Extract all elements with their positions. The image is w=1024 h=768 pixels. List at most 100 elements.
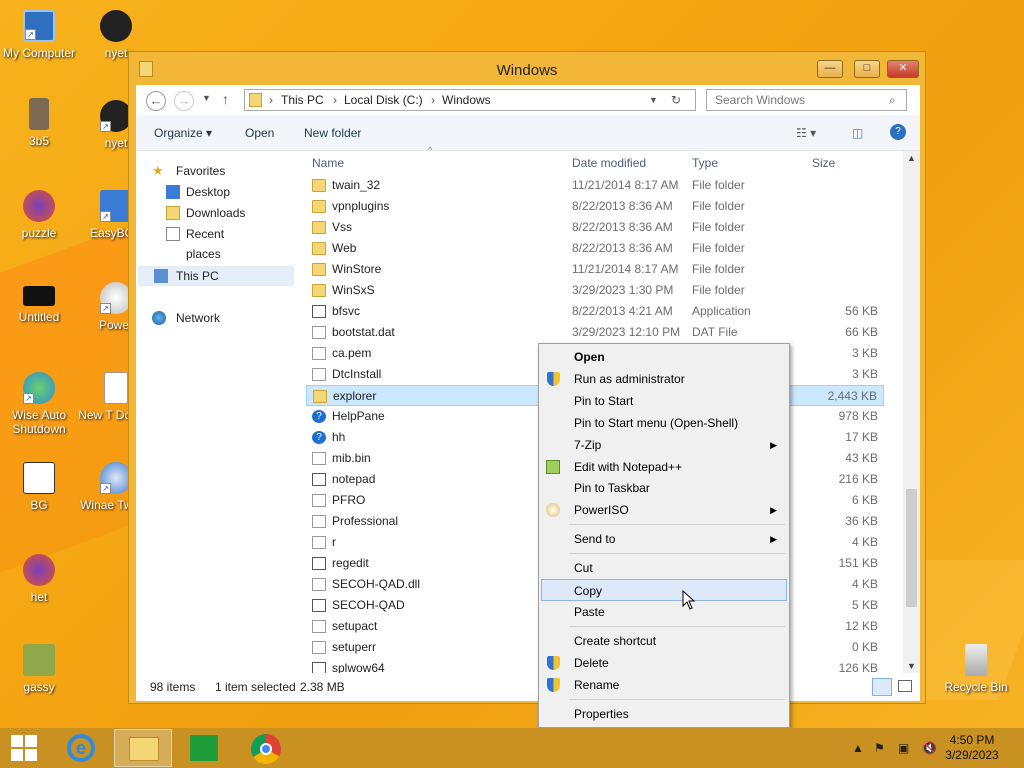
scrollbar-thumb[interactable] (906, 489, 917, 607)
file-name: regedit (332, 556, 369, 570)
breadcrumb-windows[interactable]: Windows (442, 90, 491, 110)
file-size: 3 KB (851, 346, 878, 360)
taskbar-chrome[interactable] (237, 729, 295, 767)
new-folder-button[interactable]: New folder (304, 126, 361, 140)
file-row[interactable]: twain_32 11/21/2014 8:17 AM File folder (306, 175, 884, 196)
menu-item-properties[interactable]: Properties (541, 703, 787, 725)
menu-label: Pin to Start (574, 394, 634, 408)
action-center-flag-icon[interactable]: ⚑ (874, 741, 888, 755)
desktop-icon-bg[interactable]: BG (1, 462, 77, 512)
organize-button[interactable]: Organize ▾ (154, 126, 212, 140)
file-row[interactable]: Vss 8/22/2013 8:36 AM File folder (306, 217, 884, 238)
preview-pane-icon[interactable]: ◫ (852, 126, 863, 140)
taskbar-store[interactable] (175, 729, 233, 767)
taskbar-internet-explorer[interactable]: e (53, 729, 111, 767)
file-row[interactable]: WinStore 11/21/2014 8:17 AM File folder (306, 259, 884, 280)
uac-shield-icon (547, 372, 560, 386)
file-name: explorer (333, 389, 377, 403)
back-button[interactable]: ← (146, 91, 166, 111)
column-header-type[interactable]: Type (692, 156, 718, 170)
file-row[interactable]: Web 8/22/2013 8:36 AM File folder (306, 238, 884, 259)
file-size: 4 KB (851, 577, 878, 591)
menu-label: Properties (574, 707, 629, 721)
search-input[interactable]: Search Windows (706, 89, 907, 111)
desktop-icon-gassy[interactable]: gassy (1, 644, 77, 694)
file-row[interactable]: vpnplugins 8/22/2013 8:36 AM File folder (306, 196, 884, 217)
vertical-scrollbar[interactable]: ▲ ▼ (903, 151, 920, 673)
menu-item-edit-notepadpp[interactable]: Edit with Notepad++ (541, 456, 787, 478)
file-icon (312, 578, 326, 591)
system-clock[interactable]: 4:50 PM 3/29/2023 (942, 733, 1002, 763)
menu-item-pin-to-start-open-shell[interactable]: Pin to Start menu (Open-Shell) (541, 412, 787, 434)
view-options-icon[interactable]: ☷ ▾ (796, 126, 816, 140)
large-icons-view-icon[interactable] (898, 680, 912, 692)
desktop-icon-wise-auto-shutdown[interactable]: ↗ Wise Auto Shutdown (1, 372, 77, 436)
file-type: File folder (692, 199, 745, 213)
breadcrumb-local-disk[interactable]: Local Disk (C:) (344, 90, 423, 110)
column-header-date[interactable]: Date modified (572, 156, 646, 170)
windows-logo-icon (11, 735, 37, 761)
menu-label: Create shortcut (574, 634, 657, 648)
menu-item-create-shortcut[interactable]: Create shortcut (541, 630, 787, 652)
network-tray-icon[interactable]: ▣ (898, 741, 912, 755)
desktop-icon-3b5[interactable]: 3b5 (1, 98, 77, 148)
address-input[interactable]: › This PC › Local Disk (C:) › Windows ▼ … (244, 89, 696, 111)
file-size: 0 KB (851, 640, 878, 654)
file-size: 5 KB (851, 598, 878, 612)
address-dropdown-button[interactable]: ▼ (649, 90, 658, 110)
title-bar[interactable]: Windows — □ ✕ (129, 52, 925, 86)
nav-this-pc[interactable]: This PC (138, 266, 294, 286)
folder-icon (312, 200, 326, 213)
desktop-icon-recycle-bin[interactable]: Recycle Bin (938, 644, 1014, 694)
desktop-icon-untitled[interactable]: Untitled (1, 286, 77, 324)
help-icon[interactable]: ? (890, 124, 906, 140)
explorer-window: Windows — □ ✕ ← → ▼ ↑ › This PC › Local … (128, 51, 926, 704)
forward-button[interactable]: → (174, 91, 194, 111)
open-button[interactable]: Open (245, 126, 274, 140)
menu-item-copy[interactable]: Copy (541, 579, 787, 601)
menu-item-open[interactable]: Open (541, 346, 787, 368)
file-size: 151 KB (838, 556, 878, 570)
menu-item-delete[interactable]: Delete (541, 652, 787, 674)
menu-item-rename[interactable]: Rename (541, 674, 787, 696)
file-row[interactable]: bootstat.dat 3/29/2023 12:10 PM DAT File 66… (306, 322, 884, 343)
image-icon (23, 644, 55, 676)
volume-muted-icon[interactable]: 🔇 (922, 741, 937, 755)
scroll-up-icon[interactable]: ▲ (907, 153, 916, 163)
menu-item-run-as-admin[interactable]: Run as administrator (541, 368, 787, 390)
file-date: 11/21/2014 8:17 AM (572, 262, 679, 276)
menu-item-pin-to-taskbar[interactable]: Pin to Taskbar (541, 477, 787, 499)
breadcrumb-separator: › (333, 93, 337, 107)
recent-locations-button[interactable]: ▼ (202, 93, 211, 103)
column-header-name[interactable]: Name (312, 156, 344, 170)
column-header-size[interactable]: Size (812, 156, 835, 170)
details-view-icon[interactable] (872, 678, 892, 696)
file-name: HelpPane (332, 409, 385, 423)
file-row[interactable]: WinSxS 3/29/2023 1:30 PM File folder (306, 280, 884, 301)
show-hidden-icons-icon[interactable]: ▲ (852, 741, 866, 755)
menu-item-paste[interactable]: Paste (541, 601, 787, 623)
maximize-button[interactable]: □ (854, 60, 880, 78)
file-name: notepad (332, 472, 376, 486)
desktop-icon-puzzle[interactable]: puzzle (1, 190, 77, 240)
close-button[interactable]: ✕ (887, 60, 919, 78)
menu-item-send-to[interactable]: Send to ▶ (541, 528, 787, 550)
menu-item-poweriso[interactable]: PowerISO ▶ (541, 499, 787, 521)
menu-item-cut[interactable]: Cut (541, 557, 787, 579)
file-type: File folder (692, 241, 745, 255)
minimize-button[interactable]: — (817, 60, 843, 78)
menu-item-7zip[interactable]: 7-Zip ▶ (541, 434, 787, 456)
scroll-down-icon[interactable]: ▼ (907, 661, 916, 671)
desktop-icon-het[interactable]: het (1, 554, 77, 604)
content-area: ★ Favorites Desktop Downloads Recent pla… (136, 145, 920, 675)
file-row[interactable]: bfsvc 8/22/2013 4:21 AM Application 56 KB (306, 301, 884, 322)
breadcrumb-this-pc[interactable]: This PC (281, 90, 324, 110)
desktop-icon-my-computer[interactable]: ↗ My Computer (1, 10, 77, 60)
taskbar-file-explorer[interactable] (114, 729, 172, 767)
desktop-icon-label: gassy (23, 680, 55, 694)
up-button[interactable]: ↑ (222, 91, 229, 107)
start-button[interactable] (0, 729, 50, 767)
refresh-icon[interactable]: ↻ (671, 90, 681, 110)
menu-item-pin-to-start[interactable]: Pin to Start (541, 390, 787, 412)
nav-label: Desktop (186, 185, 231, 199)
